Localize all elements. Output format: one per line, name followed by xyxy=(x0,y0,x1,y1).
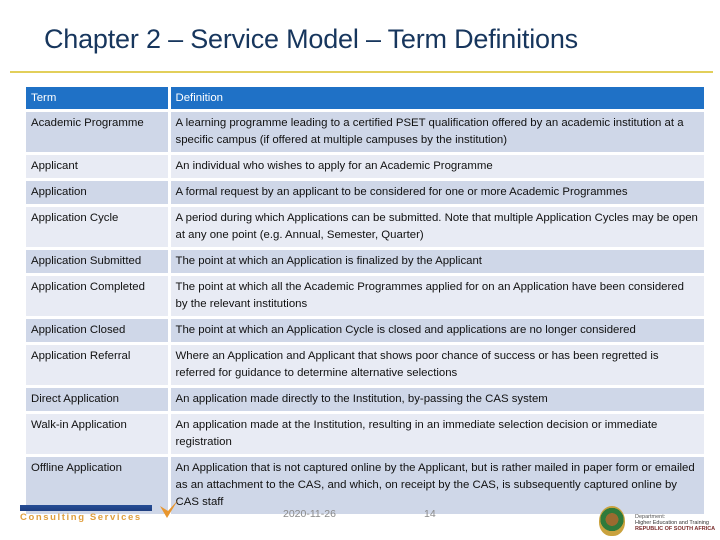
footer-date: 2020-11-26 xyxy=(283,508,336,520)
department-text: Department: Higher Education and Trainin… xyxy=(635,514,716,532)
column-header-term: Term xyxy=(26,87,171,111)
term-cell: Academic Programme xyxy=(26,109,171,154)
definition-cell: Where an Application and Applicant that … xyxy=(169,342,704,387)
page-number: 14 xyxy=(424,508,436,520)
coat-of-arms-icon xyxy=(599,506,625,536)
slide: Chapter 2 – Service Model – Term Definit… xyxy=(0,0,720,540)
table-row: Academic Programme A learning programme l… xyxy=(26,109,704,154)
table-row: Direct Application An application made di… xyxy=(26,385,704,413)
page-title: Chapter 2 – Service Model – Term Definit… xyxy=(44,24,578,54)
table-row: Applicant An individual who wishes to app… xyxy=(26,152,704,180)
definition-cell: A period during which Applications can b… xyxy=(169,204,704,249)
term-cell: Direct Application xyxy=(26,385,171,413)
term-cell: Application Completed xyxy=(26,273,171,318)
definition-cell: A formal request by an applicant to be c… xyxy=(169,178,704,206)
column-header-definition: Definition xyxy=(169,87,704,111)
learning-strategies-logo: Consulting Services xyxy=(18,500,178,530)
term-cell: Walk-in Application xyxy=(26,411,171,456)
logo-wordmark xyxy=(20,504,152,511)
definition-cell: An application made at the Institution, … xyxy=(169,411,704,456)
term-cell: Application xyxy=(26,178,171,206)
definition-cell: An individual who wishes to apply for an… xyxy=(169,152,704,180)
department-logo: Department: Higher Education and Trainin… xyxy=(595,500,720,540)
checkmark-icon xyxy=(160,500,178,518)
term-cell: Applicant xyxy=(26,152,171,180)
definitions-table: Term Definition Academic Programme A lear… xyxy=(26,87,704,514)
table-row: Application Completed The point at which … xyxy=(26,273,704,318)
definition-cell: The point at which an Application is fin… xyxy=(169,247,704,275)
term-cell: Application Submitted xyxy=(26,247,171,275)
definition-cell: The point at which all the Academic Prog… xyxy=(169,273,704,318)
title-divider xyxy=(10,71,713,73)
term-cell: Application Closed xyxy=(26,316,171,344)
table-row: Application Cycle A period during which A… xyxy=(26,204,704,249)
term-cell: Application Cycle xyxy=(26,204,171,249)
table-row: Application Referral Where an Application… xyxy=(26,342,704,387)
table-row: Application A formal request by an applic… xyxy=(26,178,704,206)
table-header-row: Term Definition xyxy=(26,87,704,111)
definition-cell: A learning programme leading to a certif… xyxy=(169,109,704,154)
definition-cell: The point at which an Application Cycle … xyxy=(169,316,704,344)
table-row: Walk-in Application An application made a… xyxy=(26,411,704,456)
table-row: Application Submitted The point at which … xyxy=(26,247,704,275)
definition-cell: An application made directly to the Inst… xyxy=(169,385,704,413)
term-cell: Application Referral xyxy=(26,342,171,387)
logo-subtitle: Consulting Services xyxy=(20,512,142,523)
table-row: Application Closed The point at which an … xyxy=(26,316,704,344)
